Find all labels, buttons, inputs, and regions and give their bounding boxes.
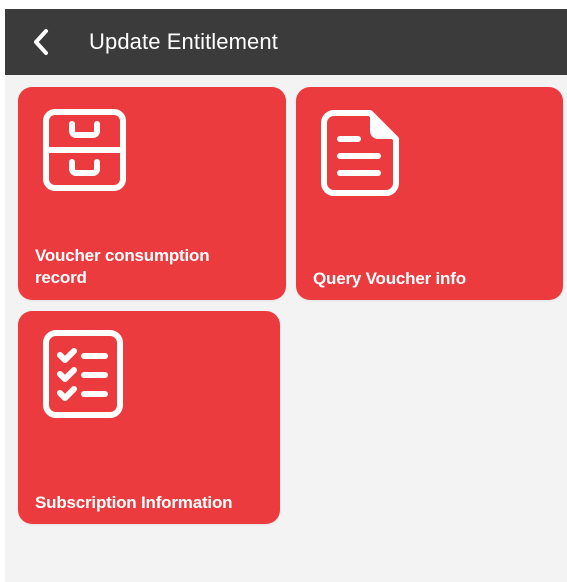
subscription-information-tile[interactable]: Subscription Information [18,311,280,524]
query-voucher-info-tile[interactable]: Query Voucher info [296,87,563,300]
document-icon [321,110,399,196]
chevron-left-icon [34,29,48,55]
tile-label: Voucher consumption record [35,246,210,287]
tile-label: Subscription Information [35,493,233,512]
app-bar: Update Entitlement [5,9,567,75]
checklist-icon [43,330,123,418]
back-button[interactable] [27,25,55,59]
file-cabinet-icon [43,109,126,191]
app-screen: Update Entitlement Voucher consumption r… [5,9,567,582]
page-title: Update Entitlement [89,29,278,54]
tile-label: Query Voucher info [313,269,466,288]
voucher-consumption-record-tile[interactable]: Voucher consumption record [18,87,286,300]
